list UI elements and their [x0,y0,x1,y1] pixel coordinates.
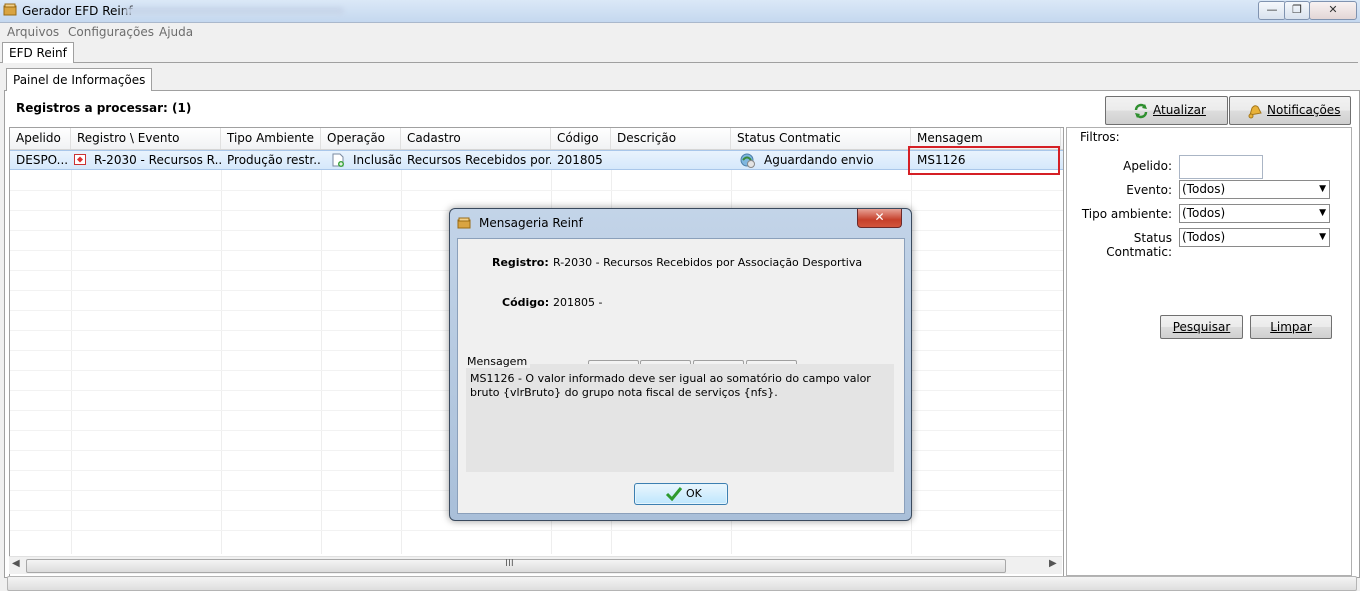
registros-count: Registros a processar: (1) [16,101,192,115]
document-add-icon [332,153,344,167]
status-filter-select[interactable]: (Todos) ▼ [1179,228,1330,247]
minimize-icon: — [1266,3,1278,16]
evento-filter-select[interactable]: (Todos) ▼ [1179,180,1330,199]
col-descricao[interactable]: Descrição [611,128,731,149]
col-status[interactable]: Status Contmatic [731,128,911,149]
mensagem-highlight [908,146,1060,175]
evento-filter-value: (Todos) [1182,182,1226,196]
tipo-ambiente-filter-label: Tipo ambiente: [1081,207,1172,221]
chevron-down-icon: ▼ [1319,232,1326,242]
pending-status-icon [740,153,755,168]
col-cadastro[interactable]: Cadastro [401,128,551,149]
menu-ajuda[interactable]: Ajuda [159,25,193,39]
scroll-left-icon[interactable]: ◀ [12,558,20,569]
cell-codigo: 201805 [557,153,603,167]
menu-configuracoes[interactable]: Configurações [68,25,154,39]
cell-status-text: Aguardando envio [764,153,874,167]
cell-operacao: Inclusão [321,151,401,169]
title-bar: Gerador EFD Reinf — ❐ ✕ [0,0,1360,23]
registro-value: R-2030 - Recursos Recebidos por Associaç… [553,256,863,269]
tipo-ambiente-filter-value: (Todos) [1182,206,1226,220]
codigo-label: Código: [502,296,550,309]
maximize-button[interactable]: ❐ [1284,1,1310,20]
ok-label: OK [686,487,702,500]
close-button[interactable]: ✕ [1309,1,1357,20]
cell-descricao [611,151,731,169]
atualizar-button[interactable]: Atualizar [1105,96,1228,125]
tipo-ambiente-filter-select[interactable]: (Todos) ▼ [1179,204,1330,223]
evento-filter-label: Evento: [1126,183,1172,197]
apelido-filter-label: Apelido: [1123,159,1172,173]
close-icon: ✕ [874,210,885,224]
limpar-label: Limpar [1270,320,1312,334]
event-icon [74,154,86,165]
notificacoes-label: Notificações [1267,103,1341,117]
cell-tipo-ambiente: Produção restr... [227,153,321,167]
col-codigo[interactable]: Código [551,128,611,149]
pesquisar-label: Pesquisar [1172,320,1231,334]
scroll-grip: III [505,558,514,569]
registro-label: Registro: [492,256,549,269]
col-operacao[interactable]: Operação [321,128,401,149]
status-filter-value: (Todos) [1182,230,1226,244]
scroll-right-icon[interactable]: ▶ [1049,558,1057,569]
cell-apelido: DESPO... [16,153,69,167]
col-apelido[interactable]: Apelido [10,128,71,149]
horizontal-scrollbar[interactable]: ◀ III ▶ [9,556,1062,574]
dialog-close-button[interactable]: ✕ [857,209,902,228]
grid-rule [10,530,1063,531]
cell-registro: R-2030 - Recursos R... [71,151,221,169]
mensagem-text: MS1126 - O valor informado deve ser igua… [470,372,871,399]
refresh-icon [1134,103,1148,119]
pesquisar-button[interactable]: Pesquisar [1160,315,1243,339]
bell-icon [1248,105,1262,119]
menu-bar: Arquivos Configurações Ajuda [0,23,1360,41]
check-icon [665,487,683,501]
dialog-app-icon [457,217,471,229]
atualizar-label: Atualizar [1153,103,1206,117]
apelido-filter-input[interactable] [1179,155,1263,179]
mensagem-legend: Mensagem [464,355,531,368]
menu-arquivos[interactable]: Arquivos [7,25,59,39]
cell-registro-text: R-2030 - Recursos R... [94,153,221,167]
tab-painel-informacoes[interactable]: Painel de Informações [6,68,153,91]
codigo-value: 201805 - [553,296,603,309]
status-filter-label: Status Contmatic: [1106,231,1172,259]
title-path-blurred [124,7,344,15]
cell-status: Aguardando envio [731,151,911,169]
limpar-button[interactable]: Limpar [1250,315,1332,339]
tab-efd-reinf[interactable]: EFD Reinf [2,42,74,63]
minimize-button[interactable]: — [1258,1,1286,20]
grid-header: Apelido Registro \ Evento Tipo Ambiente … [10,128,1063,150]
col-tipo-ambiente[interactable]: Tipo Ambiente [221,128,321,149]
chevron-down-icon: ▼ [1319,208,1326,218]
close-icon: ✕ [1328,3,1338,16]
scroll-thumb[interactable]: III [26,558,1006,573]
status-bar [7,576,1357,591]
app-icon [3,3,17,16]
cell-cadastro: Recursos Recebidos por... [407,153,551,167]
cell-operacao-text: Inclusão [353,153,401,167]
grid-rule [10,190,1063,191]
window-title: Gerador EFD Reinf [22,4,133,18]
table-row[interactable]: DESPO... R-2030 - Recursos R... Produção… [10,150,1063,170]
maximize-icon: ❐ [1292,3,1302,16]
chevron-down-icon: ▼ [1319,184,1326,194]
col-registro[interactable]: Registro \ Evento [71,128,221,149]
notificacoes-button[interactable]: Notificações [1229,96,1351,125]
dialog-title: Mensageria Reinf [479,216,583,230]
ok-button[interactable]: OK [634,483,728,505]
filters-legend: Filtros: [1080,130,1120,144]
